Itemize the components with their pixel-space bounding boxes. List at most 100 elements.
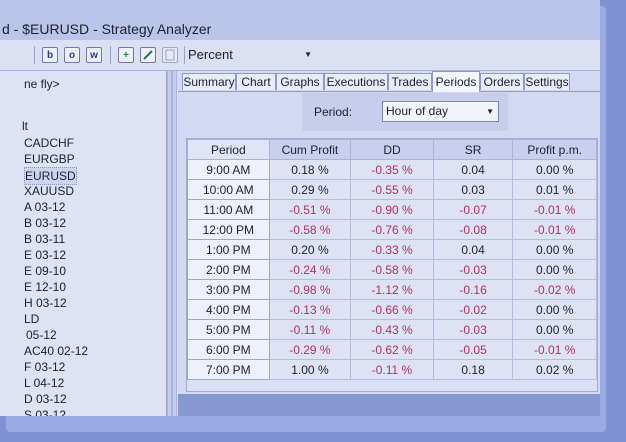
table-cell: -0.02 % <box>512 279 597 300</box>
instrument-list: ne fly> lt CADCHF EURGBP EURUSD XAUUSD A 03-12… <box>0 71 167 416</box>
table-row[interactable]: 6:00 PM -0.29 % -0.62 % -0.05 -0.01 % <box>187 339 597 360</box>
instrument-list-item[interactable]: D 03-12 <box>24 391 67 407</box>
table-cell: -0.03 <box>432 319 514 340</box>
table-cell: -0.02 <box>432 299 514 320</box>
table-row[interactable]: 10:00 AM 0.29 % -0.55 % 0.03 0.01 % <box>187 179 597 200</box>
instrument-list-item[interactable]: F 03-12 <box>24 359 65 375</box>
table-row[interactable]: 5:00 PM -0.11 % -0.43 % -0.03 0.00 % <box>187 319 597 340</box>
toolbar-separator <box>184 46 185 64</box>
table-cell: 3:00 PM <box>187 279 270 300</box>
period-dropdown[interactable]: Hour of day ▼ <box>382 101 499 122</box>
table-cell: -0.01 % <box>512 219 597 240</box>
tab-orders[interactable]: Orders <box>480 73 524 90</box>
instrument-list-item[interactable]: LD <box>24 311 39 327</box>
table-cell: -0.03 <box>432 259 514 280</box>
table-cell: 9:00 AM <box>187 159 270 180</box>
column-header[interactable]: SR <box>432 139 514 160</box>
table-cell: -1.12 % <box>350 279 434 300</box>
instrument-list-item[interactable]: E 03-12 <box>24 247 66 263</box>
window-title: d - $EURUSD - Strategy Analyzer <box>2 21 212 37</box>
edit-icon[interactable] <box>140 47 156 63</box>
column-header[interactable]: Cum Profit <box>268 139 352 160</box>
table-cell: 0.00 % <box>512 239 597 260</box>
strategy-analyzer-window: d - $EURUSD - Strategy Analyzer b o w + … <box>0 0 600 416</box>
table-cell: -0.62 % <box>350 339 434 360</box>
instrument-list-item[interactable]: E 09-10 <box>24 263 66 279</box>
table-cell: -0.35 % <box>350 159 434 180</box>
table-cell: -0.43 % <box>350 319 434 340</box>
table-cell: -0.90 % <box>350 199 434 220</box>
table-cell: 0.00 % <box>512 299 597 320</box>
table-row[interactable]: 11:00 AM -0.51 % -0.90 % -0.07 -0.01 % <box>187 199 597 220</box>
table-row[interactable]: 12:00 PM -0.58 % -0.76 % -0.08 -0.01 % <box>187 219 597 240</box>
instrument-list-item[interactable]: E 12-10 <box>24 279 66 295</box>
b-button[interactable]: b <box>42 47 58 63</box>
document-icon[interactable] <box>162 47 178 63</box>
table-cell: -0.29 % <box>268 339 352 360</box>
table-cell: -0.01 % <box>512 339 597 360</box>
table-cell: -0.51 % <box>268 199 352 220</box>
table-row[interactable]: 7:00 PM 1.00 % -0.11 % 0.18 0.02 % <box>187 359 597 380</box>
tab-summary[interactable]: Summary <box>182 73 236 90</box>
title-bar[interactable]: d - $EURUSD - Strategy Analyzer <box>0 0 600 40</box>
table-cell: 0.02 % <box>512 359 597 380</box>
table-cell: 12:00 PM <box>187 219 270 240</box>
table-cell: 0.18 <box>432 359 514 380</box>
tab-settings[interactable]: Settings <box>524 73 570 90</box>
instrument-list-item[interactable]: L 04-12 <box>24 375 64 391</box>
column-header[interactable]: Period <box>187 139 270 160</box>
instrument-list-item[interactable]: ne fly> <box>24 76 60 92</box>
table-cell: -0.58 % <box>350 259 434 280</box>
table-cell: 10:00 AM <box>187 179 270 200</box>
table-cell: 0.01 % <box>512 179 597 200</box>
instrument-list-item[interactable]: EURGBP <box>24 151 75 167</box>
table-cell: 0.00 % <box>512 319 597 340</box>
w-button[interactable]: w <box>86 47 102 63</box>
table-cell: -0.11 % <box>350 359 434 380</box>
units-dropdown[interactable]: Percent ▼ <box>188 44 316 66</box>
table-cell: -0.01 % <box>512 199 597 220</box>
table-row[interactable]: 1:00 PM 0.20 % -0.33 % 0.04 0.00 % <box>187 239 597 260</box>
instrument-list-item[interactable]: S 03-12 <box>24 407 66 416</box>
table-row[interactable]: 2:00 PM -0.24 % -0.58 % -0.03 0.00 % <box>187 259 597 280</box>
table-cell: 2:00 PM <box>187 259 270 280</box>
instrument-list-item[interactable]: 05-12 <box>26 327 57 343</box>
table-row[interactable]: 4:00 PM -0.13 % -0.66 % -0.02 0.00 % <box>187 299 597 320</box>
units-dropdown-value: Percent <box>188 47 233 62</box>
add-icon[interactable]: + <box>118 47 134 63</box>
tab-periods[interactable]: Periods <box>432 71 480 92</box>
tab-trades[interactable]: Trades <box>388 73 432 90</box>
instrument-list-item[interactable]: lt <box>22 118 28 134</box>
chevron-down-icon: ▼ <box>304 50 312 59</box>
table-cell: -0.66 % <box>350 299 434 320</box>
tab-chart[interactable]: Chart <box>236 73 276 90</box>
table-cell: 0.03 <box>432 179 514 200</box>
instrument-list-item[interactable]: B 03-11 <box>24 231 65 247</box>
table-cell: 1:00 PM <box>187 239 270 260</box>
results-panel: Summary Chart Graphs Executions Trades Period… <box>178 71 600 416</box>
instrument-list-item[interactable]: A 03-12 <box>24 199 65 215</box>
instrument-list-item[interactable]: XAUUSD <box>24 183 74 199</box>
column-header[interactable]: DD <box>350 139 434 160</box>
column-header[interactable]: Profit p.m. <box>512 139 597 160</box>
instrument-list-item[interactable]: H 03-12 <box>24 295 67 311</box>
table-cell: 4:00 PM <box>187 299 270 320</box>
instrument-list-item[interactable]: AC40 02-12 <box>24 343 88 359</box>
instrument-list-item[interactable]: B 03-12 <box>24 215 66 231</box>
table-row[interactable]: 3:00 PM -0.98 % -1.12 % -0.16 -0.02 % <box>187 279 597 300</box>
table-cell: 6:00 PM <box>187 339 270 360</box>
table-cell: 0.04 <box>432 159 514 180</box>
tab-executions[interactable]: Executions <box>324 73 388 90</box>
table-cell: 0.00 % <box>512 159 597 180</box>
period-label: Period: <box>314 105 353 119</box>
instrument-list-item[interactable]: CADCHF <box>24 135 74 151</box>
table-cell: 0.04 <box>432 239 514 260</box>
tab-graphs[interactable]: Graphs <box>276 73 324 90</box>
table-cell: -0.07 <box>432 199 514 220</box>
chevron-down-icon: ▼ <box>486 107 494 116</box>
table-row[interactable]: 9:00 AM 0.18 % -0.35 % 0.04 0.00 % <box>187 159 597 180</box>
panel-splitter[interactable] <box>167 71 177 416</box>
o-button[interactable]: o <box>64 47 80 63</box>
table-cell: 1.00 % <box>268 359 352 380</box>
table-cell: -0.24 % <box>268 259 352 280</box>
